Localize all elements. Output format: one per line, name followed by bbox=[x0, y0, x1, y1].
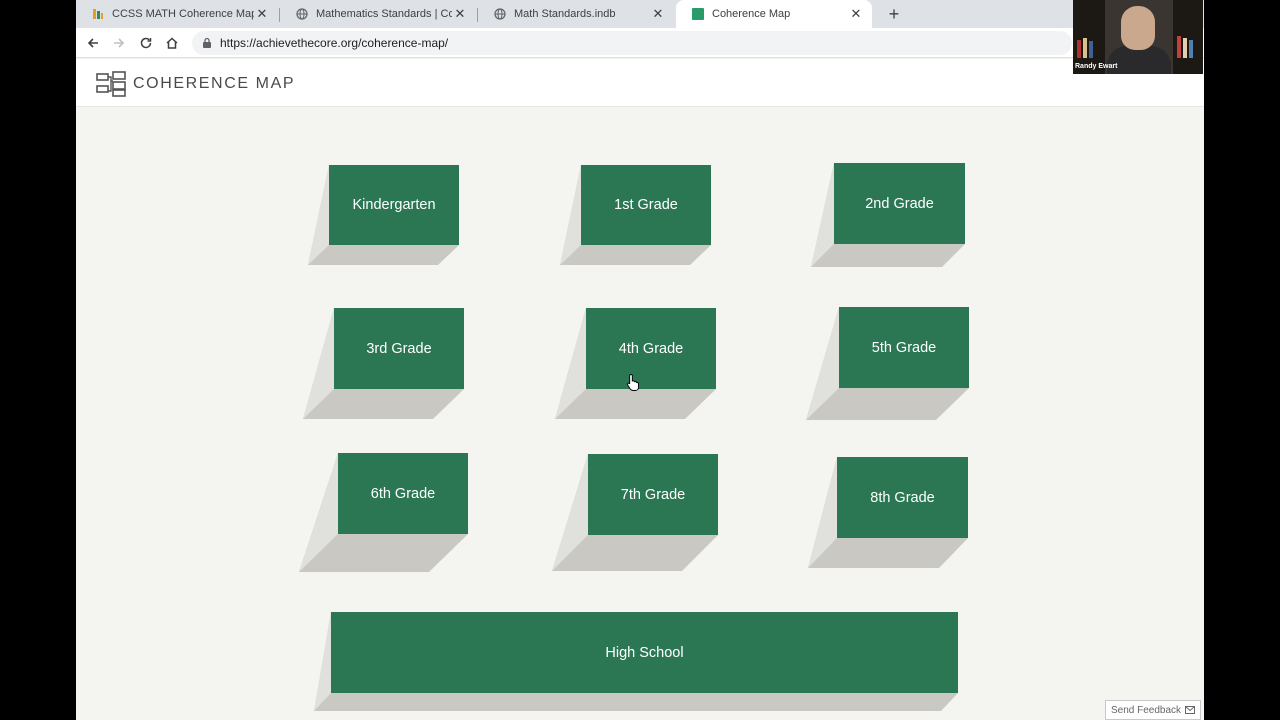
grade-label: High School bbox=[331, 612, 958, 693]
tab-title: Math Standards.indb bbox=[514, 8, 616, 20]
browser-toolbar: https://achievethecore.org/coherence-map… bbox=[76, 28, 1204, 58]
tab-title: CCSS MATH Coherence Map – 3r bbox=[112, 8, 254, 20]
grade-card-high-school[interactable]: High School bbox=[314, 612, 959, 712]
ccss-favicon-icon bbox=[93, 9, 103, 19]
grade-label: 2nd Grade bbox=[834, 163, 965, 244]
grade-card-1st[interactable]: 1st Grade bbox=[560, 165, 712, 266]
tab-math-standards[interactable]: Mathematics Standards | Commo ✕ bbox=[280, 0, 476, 28]
coherence-favicon-icon bbox=[692, 8, 704, 20]
grade-card-4th[interactable]: 4th Grade bbox=[555, 308, 717, 420]
grade-card-5th[interactable]: 5th Grade bbox=[806, 307, 970, 421]
grade-label: 3rd Grade bbox=[334, 308, 464, 389]
close-tab-icon[interactable]: ✕ bbox=[650, 6, 666, 22]
grade-card-kindergarten[interactable]: Kindergarten bbox=[308, 165, 460, 267]
envelope-icon bbox=[1185, 706, 1196, 714]
grade-card-2nd[interactable]: 2nd Grade bbox=[811, 163, 966, 268]
new-tab-button[interactable]: + bbox=[882, 3, 906, 25]
forward-button[interactable] bbox=[109, 33, 129, 53]
hand-cursor-icon bbox=[627, 374, 639, 391]
webcam-overlay: Randy Ewart bbox=[1073, 0, 1203, 74]
tab-title: Coherence Map bbox=[712, 8, 791, 20]
tab-title: Mathematics Standards | Commo bbox=[316, 8, 452, 20]
arrow-left-icon bbox=[87, 38, 98, 48]
close-tab-icon[interactable]: ✕ bbox=[254, 6, 270, 22]
tab-bar: CCSS MATH Coherence Map – 3r ✕ Mathemati… bbox=[76, 0, 1204, 28]
grade-label: Kindergarten bbox=[329, 165, 459, 245]
grade-card-8th[interactable]: 8th Grade bbox=[808, 457, 969, 569]
tab-ccss-coherence[interactable]: CCSS MATH Coherence Map – 3r ✕ bbox=[76, 0, 278, 28]
grade-card-6th[interactable]: 6th Grade bbox=[299, 453, 469, 573]
grade-label: 8th Grade bbox=[837, 457, 968, 538]
tab-coherence-map[interactable]: Coherence Map ✕ bbox=[676, 0, 872, 28]
reload-icon bbox=[140, 37, 152, 49]
grade-card-3rd[interactable]: 3rd Grade bbox=[303, 308, 465, 420]
arrow-right-icon bbox=[114, 38, 125, 48]
address-bar[interactable]: https://achievethecore.org/coherence-map… bbox=[192, 31, 1072, 55]
globe-icon bbox=[296, 8, 308, 20]
feedback-label: Send Feedback bbox=[1110, 704, 1182, 716]
reload-button[interactable] bbox=[136, 33, 156, 53]
grade-label: 5th Grade bbox=[839, 307, 969, 388]
home-icon bbox=[166, 37, 178, 49]
webcam-name-label: Randy Ewart bbox=[1075, 63, 1118, 70]
close-tab-icon[interactable]: ✕ bbox=[848, 6, 864, 22]
home-button[interactable] bbox=[162, 33, 182, 53]
grade-label: 1st Grade bbox=[581, 165, 711, 245]
grade-label: 4th Grade bbox=[586, 308, 716, 389]
url-text: https://achievethecore.org/coherence-map… bbox=[220, 36, 449, 50]
browser-window: CCSS MATH Coherence Map – 3r ✕ Mathemati… bbox=[76, 0, 1204, 720]
grade-label: 7th Grade bbox=[588, 454, 718, 535]
site-brand-title[interactable]: COHERENCE MAP bbox=[133, 75, 295, 93]
lock-icon bbox=[203, 37, 211, 48]
coherence-map-logo-icon[interactable] bbox=[96, 71, 126, 97]
grade-label: 6th Grade bbox=[338, 453, 468, 534]
close-tab-icon[interactable]: ✕ bbox=[452, 6, 468, 22]
tab-math-standards-indb[interactable]: Math Standards.indb ✕ bbox=[478, 0, 674, 28]
back-button[interactable] bbox=[83, 33, 103, 53]
person-avatar bbox=[1121, 6, 1155, 50]
send-feedback-button[interactable]: Send Feedback bbox=[1105, 700, 1201, 720]
site-header: COHERENCE MAP bbox=[76, 59, 1204, 107]
grade-card-7th[interactable]: 7th Grade bbox=[552, 454, 719, 572]
globe-icon bbox=[494, 8, 506, 20]
